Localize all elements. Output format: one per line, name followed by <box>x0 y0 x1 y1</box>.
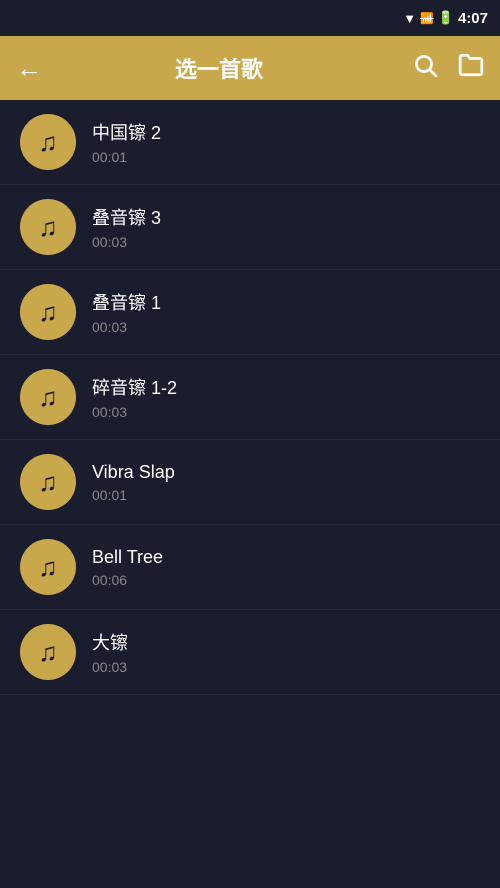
song-name: 大镲 <box>92 629 128 655</box>
song-avatar: ♫ <box>20 454 76 510</box>
song-name: Bell Tree <box>92 547 163 568</box>
song-duration: 00:01 <box>92 149 161 165</box>
song-info: 叠音镲 3 00:03 <box>92 204 161 250</box>
toolbar-actions <box>412 52 484 85</box>
list-item[interactable]: ♫ 中国镲 2 00:01 <box>0 100 500 185</box>
search-button[interactable] <box>412 52 438 85</box>
song-info: 碎音镲 1-2 00:03 <box>92 374 177 420</box>
song-name: 叠音镲 1 <box>92 289 161 315</box>
song-duration: 00:03 <box>92 234 161 250</box>
song-avatar: ♫ <box>20 539 76 595</box>
song-info: 大镲 00:03 <box>92 629 128 675</box>
back-button[interactable]: ← <box>16 53 42 84</box>
toolbar: ← 选一首歌 <box>0 36 500 100</box>
list-item[interactable]: ♫ 叠音镲 1 00:03 <box>0 270 500 355</box>
status-bar: ▼ 📶 🔋 4:07 <box>0 0 500 36</box>
music-note-icon: ♫ <box>38 127 58 158</box>
music-note-icon: ♫ <box>38 382 58 413</box>
song-avatar: ♫ <box>20 199 76 255</box>
song-name: Vibra Slap <box>92 462 175 483</box>
signal-icon: 📶 <box>420 12 434 25</box>
status-icons: ▼ 📶 🔋 4:07 <box>403 10 488 27</box>
song-name: 碎音镲 1-2 <box>92 374 177 400</box>
song-info: Bell Tree 00:06 <box>92 547 163 588</box>
song-info: 中国镲 2 00:01 <box>92 119 161 165</box>
music-note-icon: ♫ <box>38 467 58 498</box>
wifi-icon: ▼ <box>403 11 416 26</box>
list-item[interactable]: ♫ 碎音镲 1-2 00:03 <box>0 355 500 440</box>
song-duration: 00:06 <box>92 572 163 588</box>
song-avatar: ♫ <box>20 284 76 340</box>
song-list: ♫ 中国镲 2 00:01 ♫ 叠音镲 3 00:03 ♫ 叠音镲 1 00:0… <box>0 100 500 695</box>
song-info: 叠音镲 1 00:03 <box>92 289 161 335</box>
song-avatar: ♫ <box>20 624 76 680</box>
battery-icon: 🔋 <box>438 10 454 26</box>
music-note-icon: ♫ <box>38 637 58 668</box>
list-item[interactable]: ♫ Vibra Slap 00:01 <box>0 440 500 525</box>
music-note-icon: ♫ <box>38 552 58 583</box>
song-duration: 00:03 <box>92 319 161 335</box>
status-time: 4:07 <box>458 10 488 27</box>
list-item[interactable]: ♫ 叠音镲 3 00:03 <box>0 185 500 270</box>
song-name: 叠音镲 3 <box>92 204 161 230</box>
list-item[interactable]: ♫ 大镲 00:03 <box>0 610 500 695</box>
page-title: 选一首歌 <box>42 52 396 84</box>
song-avatar: ♫ <box>20 369 76 425</box>
music-note-icon: ♫ <box>38 212 58 243</box>
song-name: 中国镲 2 <box>92 119 161 145</box>
song-duration: 00:03 <box>92 404 177 420</box>
music-note-icon: ♫ <box>38 297 58 328</box>
song-avatar: ♫ <box>20 114 76 170</box>
song-duration: 00:01 <box>92 487 175 503</box>
list-item[interactable]: ♫ Bell Tree 00:06 <box>0 525 500 610</box>
folder-button[interactable] <box>458 52 484 85</box>
song-info: Vibra Slap 00:01 <box>92 462 175 503</box>
song-duration: 00:03 <box>92 659 128 675</box>
